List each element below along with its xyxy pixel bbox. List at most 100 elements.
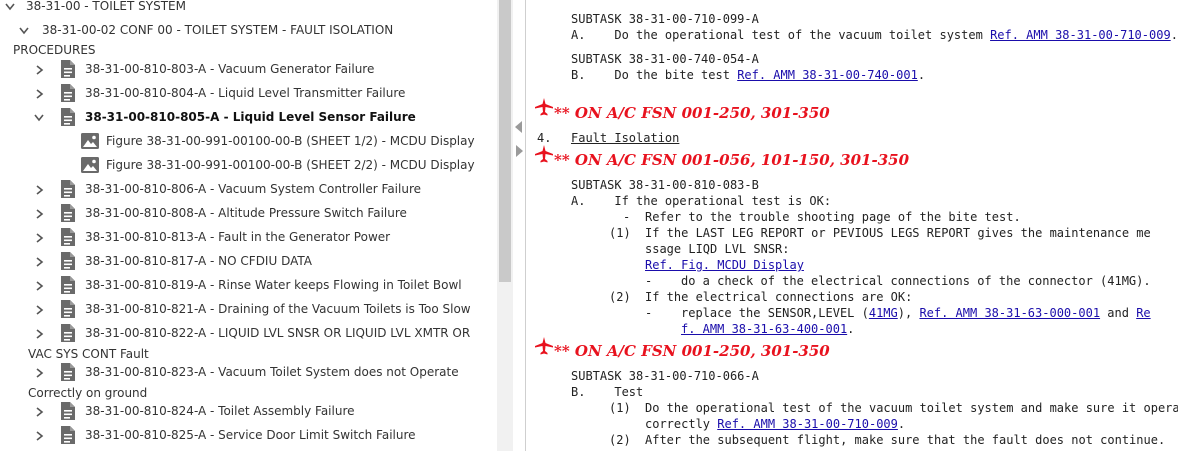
tree-item-figure-sheet-2[interactable]: Figure 38-31-00-991-00100-00-B (SHEET 2/… — [106, 158, 475, 172]
step-text: replace the SENSOR,LEVEL ( — [681, 306, 869, 320]
step-text: Do the operational test of the vacuum to… — [614, 28, 983, 42]
chevron-down-icon[interactable] — [17, 24, 31, 38]
step-text: Refer to the trouble shooting page of th… — [645, 210, 1021, 224]
tree-item-822-cont[interactable]: VAC SYS CONT Fault — [28, 347, 149, 361]
tree-scrollbar[interactable] — [497, 0, 513, 451]
tree-item-823-cont[interactable]: Correctly on ground — [28, 386, 147, 400]
step-text: Do the bite test — [614, 68, 730, 82]
chevron-down-icon[interactable] — [32, 111, 46, 125]
step-text: After the subsequent flight, make sure t… — [645, 433, 1166, 447]
connector-link[interactable]: 41MG — [869, 306, 898, 320]
punctuation: . — [1170, 28, 1178, 42]
punctuation: . — [917, 68, 926, 82]
step-line: correctly Ref. AMM 38-31-00-710-009. — [645, 417, 905, 431]
bullet-dash: - — [623, 210, 631, 224]
airplane-icon — [534, 98, 554, 116]
tree-item-805-selected[interactable]: 38-31-00-810-805-A - Liquid Level Sensor… — [85, 110, 416, 124]
panel-splitter[interactable] — [513, 0, 526, 451]
document-icon — [60, 179, 76, 199]
subtask-title: SUBTASK 38-31-00-710-099-A — [571, 12, 759, 26]
step-line: A. If the operational test is OK: — [571, 194, 831, 208]
amm-reference-link[interactable]: Ref. AMM 38-31-00-710-009 — [990, 28, 1171, 42]
bullet-dash: - — [645, 306, 653, 320]
tree-item-822[interactable]: 38-31-00-810-822-A - LIQUID LVL SNSR OR … — [85, 326, 470, 340]
tree-item-819[interactable]: 38-31-00-810-819-A - Rinse Water keeps F… — [85, 278, 462, 292]
scrollbar-thumb[interactable] — [499, 0, 511, 282]
subtask-title: SUBTASK 38-31-00-740-054-A — [571, 52, 759, 66]
chevron-right-icon[interactable] — [32, 231, 46, 245]
chevron-right-icon[interactable] — [32, 87, 46, 101]
amm-reference-link[interactable]: Ref. AMM 38-31-63-000-001 — [919, 306, 1100, 320]
step-text: If the electrical connections are OK: — [645, 290, 913, 304]
expand-right-icon[interactable] — [516, 145, 523, 157]
tree-item-fault-isolation-cont[interactable]: PROCEDURES — [13, 43, 96, 57]
document-icon — [60, 299, 76, 319]
step-line: f. AMM 38-31-63-400-001. — [681, 322, 854, 336]
document-icon — [60, 227, 76, 247]
step-marker: B. — [571, 385, 586, 399]
navigation-tree: 38-31-00 - TOILET SYSTEM 38-31-00-02 CON… — [0, 0, 497, 451]
chevron-right-icon[interactable] — [32, 183, 46, 197]
document-icon — [60, 203, 76, 223]
section-title: Fault Isolation — [571, 131, 680, 145]
document-icon — [60, 275, 76, 295]
chevron-down-icon[interactable] — [3, 0, 17, 14]
step-marker: A. — [571, 194, 586, 208]
effectivity-header: ** ON A/C FSN 001-056, 101-150, 301-350 — [554, 151, 910, 169]
chevron-right-icon[interactable] — [32, 327, 46, 341]
tree-item-toilet-system[interactable]: 38-31-00 - TOILET SYSTEM — [26, 0, 186, 13]
tree-item-fault-isolation[interactable]: 38-31-00-02 CONF 00 - TOILET SYSTEM - FA… — [42, 23, 393, 37]
chevron-right-icon[interactable] — [32, 255, 46, 269]
amm-reference-link[interactable]: Re — [1136, 306, 1150, 320]
chevron-right-icon[interactable] — [32, 63, 46, 77]
step-marker: (1) — [609, 401, 631, 415]
effectivity-header: ** ON A/C FSN 001-250, 301-350 — [554, 104, 830, 122]
step-marker: (2) — [609, 290, 631, 304]
chevron-right-icon[interactable] — [32, 279, 46, 293]
step-marker: (2) — [609, 433, 631, 447]
step-text: and — [1100, 306, 1137, 320]
tree-item-825[interactable]: 38-31-00-810-825-A - Service Door Limit … — [85, 428, 416, 442]
step-text: If the LAST LEG REPORT or PEVIOUS LEGS R… — [645, 226, 1151, 240]
image-icon — [81, 157, 99, 173]
tree-item-813[interactable]: 38-31-00-810-813-A - Fault in the Genera… — [85, 230, 390, 244]
collapse-left-icon[interactable] — [515, 121, 522, 133]
tree-item-821[interactable]: 38-31-00-810-821-A - Draining of the Vac… — [85, 302, 471, 316]
step-marker: A. — [571, 28, 586, 42]
document-content: SUBTASK 38-31-00-710-099-A A. Do the ope… — [526, 0, 1178, 451]
amm-reference-link[interactable]: f. AMM 38-31-63-400-001 — [681, 322, 847, 336]
punctuation: . — [897, 417, 906, 431]
amm-reference-link[interactable]: Ref. AMM 38-31-00-740-001 — [737, 68, 918, 82]
amm-reference-link[interactable]: Ref. AMM 38-31-00-710-009 — [717, 417, 898, 431]
tree-item-figure-sheet-1[interactable]: Figure 38-31-00-991-00100-00-B (SHEET 1/… — [106, 134, 475, 148]
chevron-right-icon[interactable] — [32, 366, 46, 380]
tree-item-823[interactable]: 38-31-00-810-823-A - Vacuum Toilet Syste… — [85, 365, 459, 379]
punctuation: . — [847, 322, 855, 336]
document-icon — [60, 251, 76, 271]
chevron-right-icon[interactable] — [32, 429, 46, 443]
airplane-icon — [534, 145, 554, 163]
tree-item-817[interactable]: 38-31-00-810-817-A - NO CFDIU DATA — [85, 254, 312, 268]
tree-item-804[interactable]: 38-31-00-810-804-A - Liquid Level Transm… — [85, 86, 405, 100]
step-text: If the operational test is OK: — [614, 194, 832, 208]
chevron-right-icon[interactable] — [32, 405, 46, 419]
step-text: Do the operational test of the vacuum to… — [645, 401, 1178, 415]
figure-reference-link[interactable]: Ref. Fig. MCDU Display — [645, 258, 804, 272]
document-icon — [60, 425, 76, 445]
tree-item-803[interactable]: 38-31-00-810-803-A - Vacuum Generator Fa… — [85, 62, 374, 76]
tree-item-808[interactable]: 38-31-00-810-808-A - Altitude Pressure S… — [85, 206, 407, 220]
step-line: B. Test — [571, 385, 643, 399]
step-line: replace the SENSOR,LEVEL (41MG), Ref. AM… — [681, 306, 1151, 320]
step-text: correctly — [645, 417, 718, 431]
document-icon — [60, 83, 76, 103]
step-marker: (1) — [609, 226, 631, 240]
chevron-right-icon[interactable] — [32, 303, 46, 317]
tree-item-806[interactable]: 38-31-00-810-806-A - Vacuum System Contr… — [85, 182, 421, 196]
document-icon — [60, 59, 76, 79]
bullet-dash: - — [645, 274, 653, 288]
step-line: A. Do the operational test of the vacuum… — [571, 28, 1178, 42]
subtask-title: SUBTASK 38-31-00-710-066-A — [571, 369, 759, 383]
chevron-right-icon[interactable] — [32, 207, 46, 221]
tree-item-824[interactable]: 38-31-00-810-824-A - Toilet Assembly Fai… — [85, 404, 355, 418]
step-text: do a check of the electrical connections… — [681, 274, 1151, 288]
